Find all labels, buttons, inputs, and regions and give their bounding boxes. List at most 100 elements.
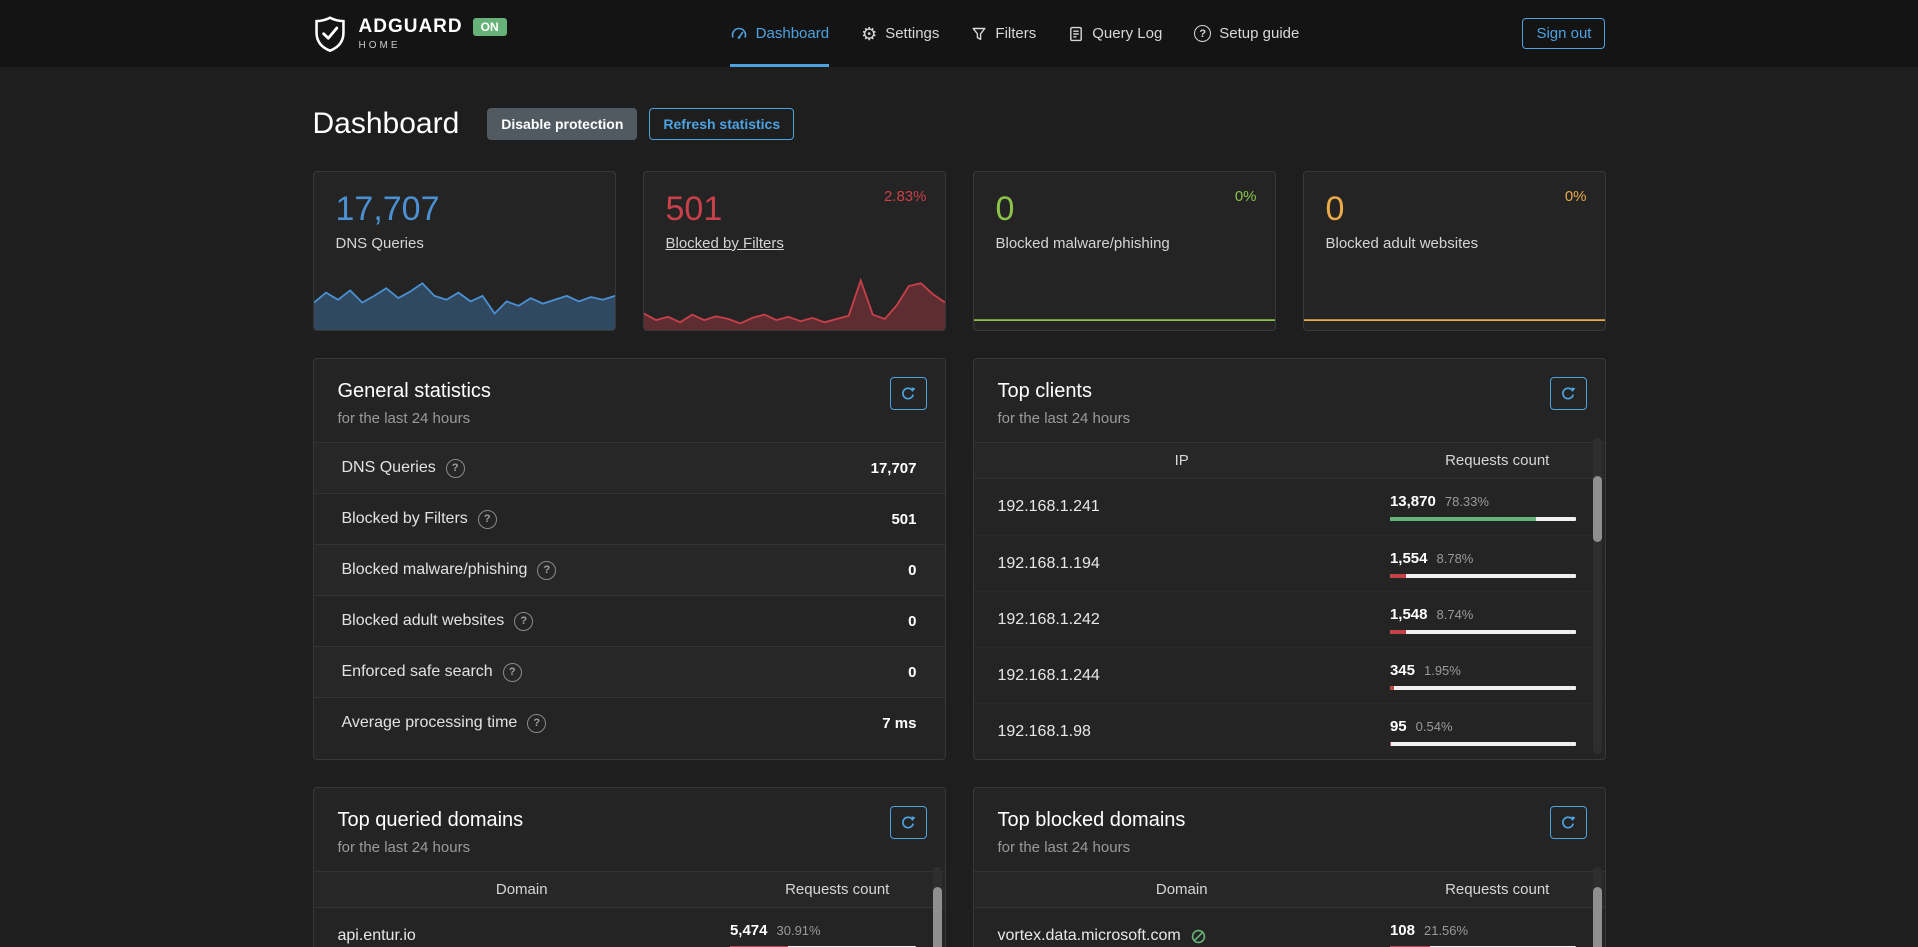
refresh-icon [900, 386, 916, 402]
help-icon[interactable]: ? [446, 459, 465, 478]
top-queried-title: Top queried domains [338, 809, 921, 832]
nav-filters-label: Filters [995, 25, 1036, 42]
request-bar [1390, 517, 1577, 521]
top-clients-subtitle: for the last 24 hours [998, 410, 1581, 427]
stat-row-label: Average processing time [342, 714, 518, 732]
scrollbar-thumb[interactable] [1593, 887, 1602, 947]
request-count: 5,474 [730, 922, 768, 939]
stat-row-dns-queries: DNS Queries? 17,707 [314, 442, 945, 493]
request-bar [1390, 574, 1577, 578]
help-icon[interactable]: ? [527, 714, 546, 733]
column-header-ip: IP [974, 452, 1390, 469]
blocked-filters-link[interactable]: Blocked by Filters [666, 235, 923, 252]
nav-item-dashboard[interactable]: Dashboard [730, 0, 829, 67]
client-row: 192.168.1.98 950.54% [974, 703, 1605, 759]
refresh-icon [1560, 386, 1576, 402]
dashboard-gauge-icon [730, 25, 748, 43]
page-title: Dashboard [313, 107, 460, 141]
nav-dashboard-label: Dashboard [756, 25, 829, 42]
brand-subtitle: HOME [359, 40, 507, 51]
blocked-filters-sparkline [644, 275, 945, 330]
gear-icon: ⚙ [861, 25, 877, 43]
help-icon[interactable]: ? [503, 663, 522, 682]
top-blocked-header: Top blocked domains for the last 24 hour… [974, 788, 1605, 871]
top-blocked-refresh-button[interactable] [1550, 806, 1587, 839]
column-header-requests: Requests count [730, 881, 945, 898]
general-statistics-refresh-button[interactable] [890, 377, 927, 410]
request-percent: 0.54% [1416, 719, 1453, 734]
top-blocked-domains-card: Top blocked domains for the last 24 hour… [973, 787, 1606, 947]
request-bar-fill [1390, 686, 1394, 690]
panels-row-1: General statistics for the last 24 hours… [313, 358, 1606, 760]
refresh-statistics-button[interactable]: Refresh statistics [649, 108, 794, 140]
top-queried-header: Top queried domains for the last 24 hour… [314, 788, 945, 871]
top-blocked-title: Top blocked domains [998, 809, 1581, 832]
blocked-slash-icon[interactable] [1190, 928, 1207, 945]
blocked-adult-label: Blocked adult websites [1326, 235, 1583, 252]
adguard-home-logo[interactable]: ADGUARD ON HOME [313, 15, 507, 53]
disable-protection-button[interactable]: Disable protection [487, 108, 637, 140]
top-clients-card: Top clients for the last 24 hours IP Req… [973, 358, 1606, 760]
column-header-domain: Domain [974, 881, 1390, 898]
request-percent: 8.78% [1437, 551, 1474, 566]
column-header-domain: Domain [314, 881, 730, 898]
top-queried-refresh-button[interactable] [890, 806, 927, 839]
stat-row-label: Enforced safe search [342, 663, 493, 681]
stat-row-safe-search: Enforced safe search? 0 [314, 646, 945, 697]
question-circle-icon: ? [1194, 25, 1211, 42]
blocked-adult-percent: 0% [1565, 188, 1587, 205]
general-statistics-list: DNS Queries? 17,707 Blocked by Filters? … [314, 442, 945, 748]
panels-row-2: Top queried domains for the last 24 hour… [313, 787, 1606, 947]
stat-row-blocked-malware: Blocked malware/phishing? 0 [314, 544, 945, 595]
request-percent: 1.95% [1424, 663, 1461, 678]
top-clients-refresh-button[interactable] [1550, 377, 1587, 410]
top-blocked-scrollbar[interactable] [1593, 867, 1602, 947]
blocked-filters-percent: 2.83% [884, 188, 927, 205]
protection-status-badge: ON [473, 18, 507, 36]
top-queried-scrollbar[interactable] [933, 867, 942, 947]
stat-row-label: DNS Queries [342, 459, 436, 477]
top-clients-title: Top clients [998, 380, 1581, 403]
top-queried-table-header: Domain Requests count [314, 871, 945, 908]
refresh-icon [1560, 815, 1576, 831]
nav-settings-label: Settings [885, 25, 939, 42]
stat-row-value: 7 ms [882, 715, 916, 732]
sign-out-button[interactable]: Sign out [1522, 18, 1605, 49]
help-icon[interactable]: ? [514, 612, 533, 631]
request-bar [1390, 630, 1577, 634]
request-bar-fill [1390, 574, 1406, 578]
brand-text: ADGUARD ON HOME [359, 16, 507, 51]
blocked-adult-value: 0 [1326, 192, 1583, 228]
queried-domain-row: api.entur.io 5,47430.91% [314, 908, 945, 947]
stat-row-processing-time: Average processing time? 7 ms [314, 697, 945, 748]
shield-logo-icon [313, 15, 347, 53]
nav-item-setup-guide[interactable]: ? Setup guide [1194, 0, 1299, 67]
top-clients-table-header: IP Requests count [974, 442, 1605, 479]
scrollbar-thumb[interactable] [933, 887, 942, 947]
blocked-adult-sparkline [1304, 275, 1605, 330]
top-blocked-table-header: Domain Requests count [974, 871, 1605, 908]
help-icon[interactable]: ? [478, 510, 497, 529]
scrollbar-thumb[interactable] [1593, 476, 1602, 542]
blocked-domain-row: vortex.data.microsoft.com 10821.56% [974, 908, 1605, 947]
nav-item-settings[interactable]: ⚙ Settings [861, 0, 939, 67]
request-bar [1390, 742, 1577, 746]
stat-row-value: 0 [908, 664, 916, 681]
top-queried-subtitle: for the last 24 hours [338, 839, 921, 856]
blocked-malware-sparkline [974, 275, 1275, 330]
help-icon[interactable]: ? [537, 561, 556, 580]
nav-item-filters[interactable]: Filters [971, 0, 1036, 67]
top-clients-scrollbar[interactable] [1593, 438, 1602, 754]
blocked-domain: vortex.data.microsoft.com [998, 927, 1181, 945]
client-row: 192.168.1.244 3451.95% [974, 647, 1605, 703]
blocked-malware-percent: 0% [1235, 188, 1257, 205]
stat-row-label: Blocked malware/phishing [342, 561, 528, 579]
nav-item-query-log[interactable]: Query Log [1068, 0, 1162, 67]
client-row: 192.168.1.194 1,5548.78% [974, 535, 1605, 591]
column-header-requests: Requests count [1390, 881, 1605, 898]
general-statistics-header: General statistics for the last 24 hours [314, 359, 945, 442]
nav-setup-guide-label: Setup guide [1219, 25, 1299, 42]
stat-row-blocked-filters: Blocked by Filters? 501 [314, 493, 945, 544]
request-bar-fill [1390, 742, 1391, 746]
request-count: 1,554 [1390, 550, 1428, 567]
